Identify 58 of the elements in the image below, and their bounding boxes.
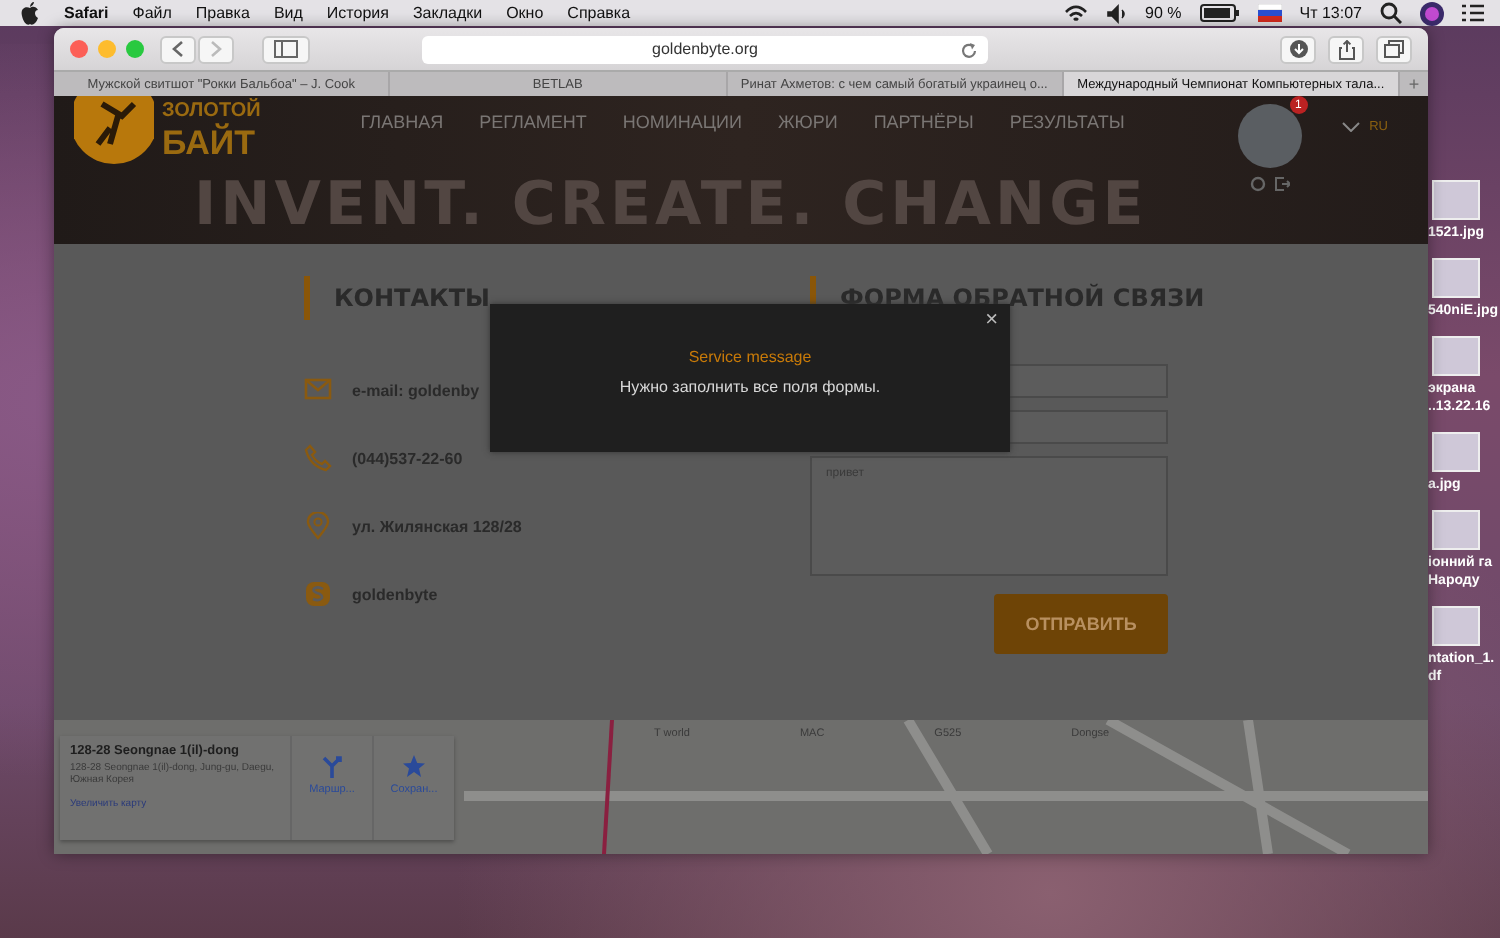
dialog-title: Service message (688, 348, 812, 366)
logo-text[interactable]: ЗОЛОТОЙ (162, 98, 261, 124)
download-button[interactable] (1280, 35, 1316, 64)
address-bar[interactable]: goldenbyte.org (422, 35, 988, 64)
nav-link[interactable]: ПАРТНЁРЫ (873, 112, 974, 132)
nav-link[interactable]: РЕЗУЛЬТАТЫ (1009, 112, 1125, 132)
sidebar-button[interactable] (262, 35, 310, 64)
nav-link[interactable]: РЕГЛАМЕНТ (479, 112, 587, 132)
menu-item[interactable]: Окно (506, 4, 544, 22)
apple-logo-icon[interactable] (20, 1, 40, 25)
logo-emblem-icon[interactable] (74, 96, 154, 164)
menu-item[interactable]: Вид (273, 4, 303, 22)
menu-item[interactable]: Закладки (412, 4, 483, 22)
chevron-right-icon (210, 40, 222, 59)
envelope-icon (304, 376, 332, 404)
skype-icon (304, 580, 332, 608)
menu-item[interactable]: Справка (567, 4, 631, 22)
flag-icon[interactable] (1257, 4, 1282, 22)
chevron-down-icon[interactable] (1341, 122, 1360, 132)
clock[interactable]: Чт 13:07 (1299, 4, 1362, 22)
back-button[interactable] (160, 35, 196, 64)
tabs-icon (1384, 40, 1404, 59)
share-icon (1337, 39, 1355, 60)
chevron-left-icon (172, 40, 184, 59)
battery-percent: 90 % (1145, 4, 1182, 22)
wifi-icon[interactable] (1063, 3, 1088, 23)
download-icon (1289, 40, 1307, 59)
route-icon (320, 754, 344, 778)
volume-icon[interactable] (1105, 3, 1128, 23)
url-text[interactable]: goldenbyte.org (652, 40, 758, 59)
star-icon (402, 754, 426, 778)
battery-icon[interactable] (1199, 4, 1240, 22)
share-button[interactable] (1328, 35, 1364, 64)
list-icon[interactable] (1462, 4, 1484, 22)
menu-item[interactable]: Правка (195, 4, 250, 22)
file-thumbnail[interactable] (1432, 432, 1480, 472)
file-thumbnail[interactable] (1432, 258, 1480, 298)
siri-icon[interactable] (1420, 1, 1444, 25)
location-pin-icon (304, 512, 332, 540)
search-icon[interactable] (1380, 2, 1402, 24)
app-menu[interactable]: Safari (64, 4, 109, 22)
phone-icon (304, 444, 332, 472)
settings-icon[interactable] (1249, 176, 1266, 192)
file-thumbnail[interactable] (1432, 510, 1480, 550)
file-thumbnail[interactable] (1432, 180, 1480, 220)
nav-link[interactable]: ГЛАВНАЯ (360, 112, 444, 132)
menu-item[interactable]: История (326, 4, 389, 22)
menu-item[interactable]: Файл (132, 4, 172, 22)
file-thumbnail[interactable] (1432, 606, 1480, 646)
logout-icon[interactable] (1273, 176, 1290, 192)
logo-text[interactable]: БАЙТ (162, 124, 261, 162)
file-thumbnail[interactable] (1432, 336, 1480, 376)
nav-link[interactable]: ЖЮРИ (777, 112, 838, 132)
nav-link[interactable]: НОМИНАЦИИ (622, 112, 742, 132)
sidebar-icon (274, 40, 298, 59)
tabs-button[interactable] (1376, 35, 1412, 64)
reload-icon[interactable] (960, 41, 978, 60)
dialog-message: Нужно заполнить все поля формы. (619, 378, 881, 396)
